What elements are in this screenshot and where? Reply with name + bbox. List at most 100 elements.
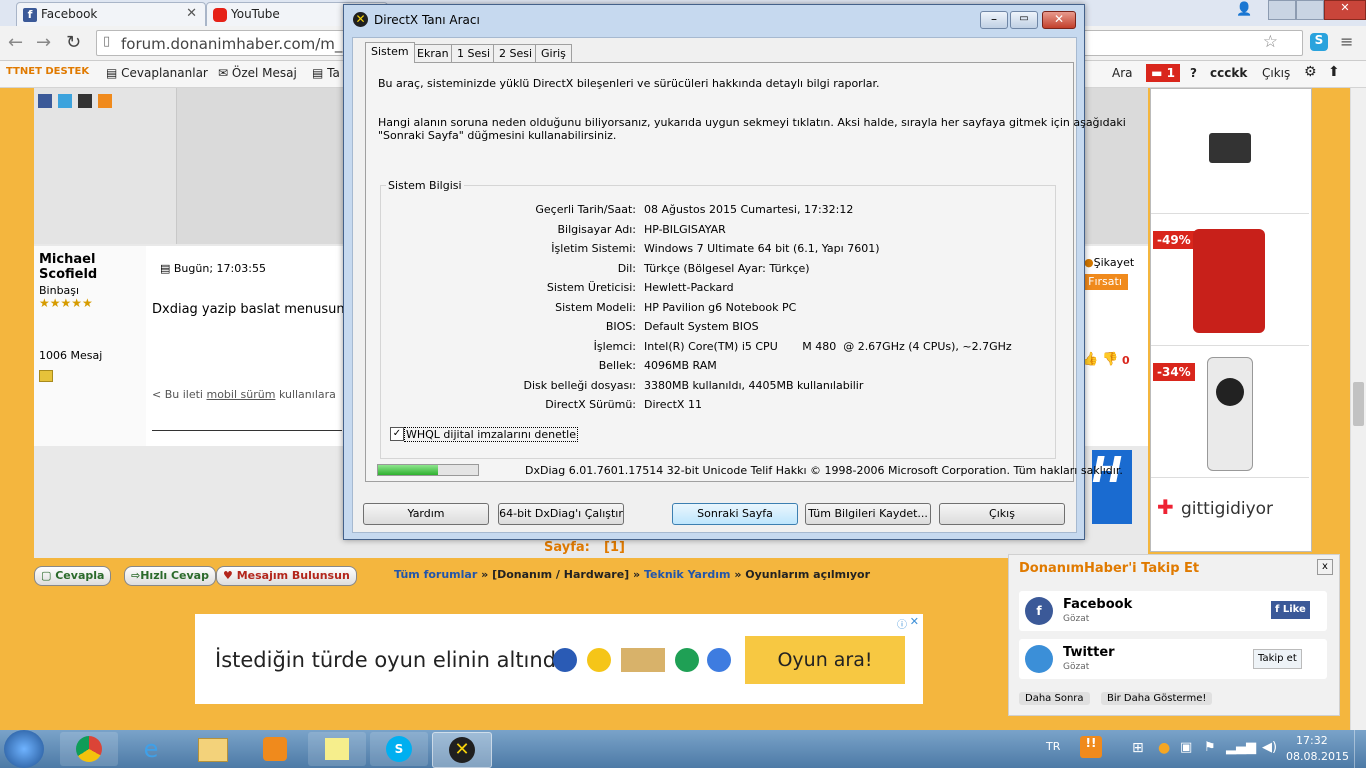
action-center-flag-icon[interactable]: ⚑ [1204,740,1216,755]
next-page-button[interactable]: Sonraki Sayfa [672,503,798,525]
facebook-like-button[interactable]: f Like [1271,601,1310,619]
scroll-top-icon[interactable]: ⬆ [1328,64,1340,80]
bookmark-cevaplananlar[interactable]: ▤ Cevaplananlar [106,66,208,80]
star-icon[interactable]: ☆ [1263,32,1278,52]
tray-security-icon[interactable]: ▣ [1180,740,1192,755]
show-desktop-button[interactable] [1354,730,1366,768]
whql-checkbox[interactable]: ✓ [390,427,404,441]
close-tab-icon[interactable]: ✕ [186,6,197,21]
taskbar-explorer[interactable] [184,732,242,766]
taskbar-dxdiag[interactable]: ✕ [432,732,492,768]
ttnet-logo[interactable]: TTNET DESTEK [6,66,89,77]
footer-prefix: < Bu ileti [152,388,203,401]
ad-slot-3[interactable]: -34% [1151,347,1309,478]
whql-label[interactable]: WHQL dijital imzalarını denetle [404,427,579,442]
quick-reply-button[interactable]: ⇨Hızlı Cevap [124,566,216,586]
help-button[interactable]: Yardım [363,503,489,525]
tab-sistem[interactable]: Sistem [365,42,415,63]
never-show-button[interactable]: Bir Daha Gösterme! [1101,692,1213,705]
plus-share-icon[interactable] [78,94,92,108]
complaint-link[interactable]: ●Şikayet [1084,256,1134,269]
taskbar-ie[interactable]: e [122,732,180,766]
restore-icon[interactable] [1296,0,1324,20]
notification-count: 1 [1166,66,1175,80]
bookmark-ozel-mesaj[interactable]: ✉ Özel Mesaj [218,66,297,80]
tab-facebook[interactable]: f Facebook ✕ [16,2,206,27]
bookmark-ta[interactable]: ▤ Ta [312,66,340,80]
twitter-share-icon[interactable] [58,94,72,108]
banner-ad[interactable]: İstediğin türde oyun elinin altında Oyun… [195,614,923,704]
minimize-icon[interactable] [1268,0,1296,20]
dxdiag-titlebar[interactable]: ✕ DirectX Tanı Aracı – ▭ ✕ [344,5,1084,35]
facebook-share-icon[interactable] [38,94,52,108]
taskbar-sticky-notes[interactable] [308,732,366,766]
system-info-row: Sistem Üreticisi: Hewlett-Packard [386,281,1046,297]
post-author[interactable]: Michael Scofield [39,252,129,282]
taskbar-chrome[interactable] [60,732,118,766]
taskbar: e S ✕ TR !! ⊞ ● ▣ ⚑ ▂▄▆ ◀) 17:32 08.08.2… [0,730,1366,768]
dx-close-button[interactable]: ✕ [1042,11,1076,29]
adchoices-icon[interactable]: ⓘ [897,616,907,631]
scroll-thumb[interactable] [1353,382,1364,426]
ad-close-icon[interactable]: ✕ [910,615,919,628]
home-share-icon[interactable] [98,94,112,108]
language-indicator[interactable]: TR [1046,740,1060,753]
run-64bit-button[interactable]: 64-bit DxDiag'ı Çalıştır [498,503,624,525]
breadcrumb-topic: Oyunlarım açılmıyor [745,568,871,581]
facebook-icon: f [1025,597,1053,625]
ad-slot-4[interactable]: ✚ gittigidiyor [1151,481,1309,541]
directx-icon: ✕ [353,12,368,27]
logout-link[interactable]: Çıkış [1262,66,1290,80]
notification-badge[interactable]: ▬ 1 [1146,64,1180,82]
breadcrumb-sub[interactable]: Teknik Yardım [644,568,730,581]
reload-icon[interactable]: ↻ [66,32,81,53]
dx-maximize-button[interactable]: ▭ [1010,11,1038,29]
follow-close-button[interactable]: x [1317,559,1333,575]
profile-icon[interactable]: 👤 [1236,2,1252,17]
banner-cta-button[interactable]: Oyun ara! [745,636,905,684]
tab-giris[interactable]: Giriş [535,44,572,63]
back-icon[interactable]: ← [8,32,23,53]
taskbar-skype[interactable]: S [370,732,428,766]
breadcrumb-all[interactable]: Tüm forumlar [394,568,477,581]
tab-1-sesi[interactable]: 1 Sesi [451,44,497,63]
volume-icon[interactable]: ◀) [1262,740,1277,755]
skype-extension-icon[interactable]: S [1310,33,1328,51]
opportunity-button[interactable]: Fırsatı [1082,274,1128,290]
tab-2-sesi[interactable]: 2 Sesi [493,44,539,63]
mobile-version-link[interactable]: mobil sürüm [206,388,275,401]
help-link[interactable]: ? [1190,66,1197,80]
pager-current[interactable]: [1] [604,540,625,555]
tray-app-icon[interactable]: ● [1158,740,1170,756]
ad-slot-1[interactable] [1151,89,1309,214]
reply-button[interactable]: ▢ Cevapla [34,566,112,586]
menu-icon[interactable]: ≡ [1340,32,1353,51]
banner-text: İstediğin türde oyun elinin altında [215,648,569,672]
close-window-icon[interactable]: ✕ [1324,0,1366,20]
dislike-icon[interactable]: 👎 [1102,352,1118,367]
ad-slot-2[interactable]: -49% [1151,215,1309,346]
network-icon[interactable]: ▂▄▆ [1226,740,1256,755]
bookmark-label: Cevaplananlar [121,66,208,80]
save-all-button[interactable]: Tüm Bilgileri Kaydet... [805,503,931,525]
found-message-button[interactable]: ♥ Mesajım Bulunsun [216,566,357,586]
windows-flag-icon[interactable]: ⊞ [1132,740,1144,756]
clock-time[interactable]: 17:32 [1296,734,1328,747]
notification-icon[interactable]: !! [1080,736,1102,758]
forward-icon[interactable]: → [36,32,51,53]
taskbar-media-player[interactable] [246,732,304,766]
clock-date[interactable]: 08.08.2015 [1286,750,1349,763]
breadcrumb-cat[interactable]: [Donanım / Hardware] [492,568,629,581]
twitter-follow-button[interactable]: Takip et [1253,649,1302,669]
page-scrollbar[interactable] [1350,88,1366,730]
exit-button[interactable]: Çıkış [939,503,1065,525]
start-button[interactable] [4,730,44,768]
tab-ekran[interactable]: Ekran [411,44,455,63]
system-info-value: DirectX 11 [644,398,702,411]
later-button[interactable]: Daha Sonra [1019,692,1090,705]
search-link[interactable]: Ara [1112,66,1133,80]
dx-minimize-button[interactable]: – [980,11,1008,29]
author-stars: ★★★★★ [39,296,93,310]
settings-icon[interactable]: ⚙ [1304,64,1317,80]
username-link[interactable]: ccckk [1210,66,1247,80]
